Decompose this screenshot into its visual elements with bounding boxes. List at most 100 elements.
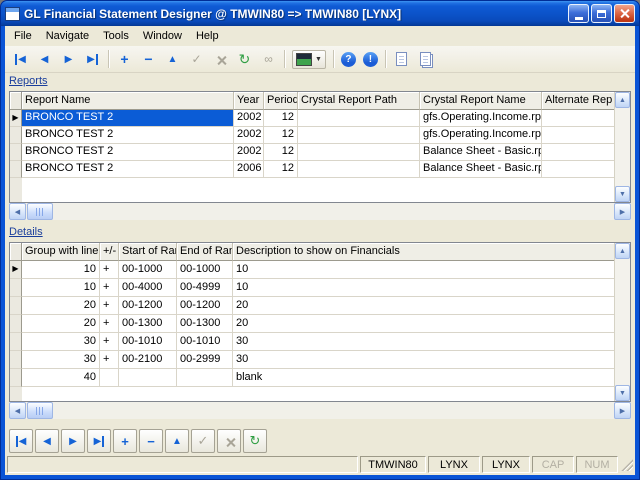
- cell-crystal-name[interactable]: Balance Sheet - Basic.rpt: [420, 161, 542, 178]
- insert-record-button[interactable]: +: [116, 51, 133, 68]
- column-header-alternate[interactable]: Alternate Rep: [542, 92, 614, 110]
- nav-delete-button[interactable]: −: [139, 429, 163, 453]
- first-record-button[interactable]: ◀: [12, 51, 29, 68]
- reports-horizontal-scrollbar[interactable]: ◀ ▶: [9, 203, 631, 220]
- column-header-end[interactable]: End of Range: [177, 243, 233, 261]
- nav-refresh-button[interactable]: ↻: [243, 429, 267, 453]
- cell-start-range[interactable]: 00-1010: [119, 333, 177, 351]
- cell-report-name[interactable]: BRONCO TEST 2: [22, 144, 234, 161]
- cell-alternate[interactable]: [542, 110, 614, 127]
- cell-sign[interactable]: +: [100, 333, 119, 351]
- cell-report-name[interactable]: BRONCO TEST 2: [22, 127, 234, 144]
- details-section-label[interactable]: Details: [9, 226, 43, 242]
- cell-report-name[interactable]: BRONCO TEST 2: [22, 161, 234, 178]
- menu-file[interactable]: File: [7, 28, 39, 44]
- menu-help[interactable]: Help: [189, 28, 226, 44]
- cell-start-range[interactable]: [119, 369, 177, 387]
- refresh-button[interactable]: ↻: [236, 51, 253, 68]
- cell-description[interactable]: 10: [233, 261, 614, 279]
- cell-end-range[interactable]: 00-2999: [177, 351, 233, 369]
- cell-description[interactable]: 30: [233, 351, 614, 369]
- cell-year[interactable]: 2002: [234, 144, 264, 161]
- cell-period[interactable]: 12: [264, 110, 298, 127]
- cell-end-range[interactable]: 00-1200: [177, 297, 233, 315]
- cell-end-range[interactable]: 00-1010: [177, 333, 233, 351]
- cell-crystal-name[interactable]: Balance Sheet - Basic.rpt: [420, 144, 542, 161]
- cell-period[interactable]: 12: [264, 144, 298, 161]
- post-edit-button[interactable]: ✓: [188, 51, 205, 68]
- cell-description[interactable]: 30: [233, 333, 614, 351]
- column-header-crystal-path[interactable]: Crystal Report Path: [298, 92, 420, 110]
- cell-group[interactable]: 10: [22, 261, 100, 279]
- last-record-button[interactable]: ▶: [84, 51, 101, 68]
- details-vertical-scrollbar[interactable]: ▲ ▼: [614, 243, 630, 401]
- nav-edit-button[interactable]: ▲: [165, 429, 189, 453]
- cell-sign[interactable]: +: [100, 315, 119, 333]
- menu-navigate[interactable]: Navigate: [39, 28, 96, 44]
- scroll-up-button[interactable]: ▲: [615, 92, 630, 108]
- edit-record-button[interactable]: ▲: [164, 51, 181, 68]
- cell-crystal-path[interactable]: [298, 110, 420, 127]
- cell-alternate[interactable]: [542, 161, 614, 178]
- cell-group[interactable]: 20: [22, 297, 100, 315]
- menu-tools[interactable]: Tools: [96, 28, 136, 44]
- titlebar[interactable]: GL Financial Statement Designer @ TMWIN8…: [1, 1, 639, 26]
- cell-end-range[interactable]: 00-1000: [177, 261, 233, 279]
- cell-report-name[interactable]: BRONCO TEST 2: [22, 110, 234, 127]
- cell-year[interactable]: 2002: [234, 127, 264, 144]
- reports-vertical-scrollbar[interactable]: ▲ ▼: [614, 92, 630, 202]
- document-button[interactable]: [393, 51, 410, 68]
- scroll-left-button[interactable]: ◀: [9, 203, 26, 220]
- cell-alternate[interactable]: [542, 127, 614, 144]
- nav-last-button[interactable]: ▶: [87, 429, 111, 453]
- cell-sign[interactable]: +: [100, 351, 119, 369]
- nav-next-button[interactable]: ▶: [61, 429, 85, 453]
- cell-crystal-name[interactable]: gfs.Operating.Income.rpt: [420, 110, 542, 127]
- help-button[interactable]: ?: [341, 52, 356, 67]
- column-header-description[interactable]: Description to show on Financials: [233, 243, 614, 261]
- cell-end-range[interactable]: 00-1300: [177, 315, 233, 333]
- nav-insert-button[interactable]: +: [113, 429, 137, 453]
- cell-description[interactable]: 20: [233, 315, 614, 333]
- close-button[interactable]: [614, 4, 635, 23]
- cell-sign[interactable]: +: [100, 261, 119, 279]
- link-button[interactable]: ∞: [260, 51, 277, 68]
- scrollbar-track[interactable]: [53, 402, 614, 419]
- scrollbar-track[interactable]: [53, 203, 614, 220]
- column-header-period[interactable]: Period: [264, 92, 298, 110]
- about-button[interactable]: !: [363, 52, 378, 67]
- next-record-button[interactable]: ▶: [60, 51, 77, 68]
- cell-description[interactable]: 10: [233, 279, 614, 297]
- cell-sign[interactable]: +: [100, 297, 119, 315]
- scrollbar-thumb[interactable]: [27, 402, 53, 419]
- cell-group[interactable]: 30: [22, 333, 100, 351]
- cell-group[interactable]: 40: [22, 369, 100, 387]
- cell-start-range[interactable]: 00-1200: [119, 297, 177, 315]
- nav-cancel-button[interactable]: [217, 429, 241, 453]
- cell-start-range[interactable]: 00-1300: [119, 315, 177, 333]
- copy-document-button[interactable]: [417, 51, 434, 68]
- cell-description[interactable]: blank: [233, 369, 614, 387]
- resize-grip[interactable]: [620, 458, 633, 471]
- cell-start-range[interactable]: 00-4000: [119, 279, 177, 297]
- nav-post-button[interactable]: ✓: [191, 429, 215, 453]
- column-header-report-name[interactable]: Report Name: [22, 92, 234, 110]
- column-header-year[interactable]: Year: [234, 92, 264, 110]
- cell-end-range[interactable]: [177, 369, 233, 387]
- nav-first-button[interactable]: ◀: [9, 429, 33, 453]
- cell-start-range[interactable]: 00-1000: [119, 261, 177, 279]
- delete-record-button[interactable]: −: [140, 51, 157, 68]
- cell-crystal-path[interactable]: [298, 127, 420, 144]
- menu-window[interactable]: Window: [136, 28, 189, 44]
- details-horizontal-scrollbar[interactable]: ◀ ▶: [9, 402, 631, 419]
- cell-group[interactable]: 20: [22, 315, 100, 333]
- scroll-left-button[interactable]: ◀: [9, 402, 26, 419]
- cell-crystal-path[interactable]: [298, 144, 420, 161]
- cell-start-range[interactable]: 00-2100: [119, 351, 177, 369]
- cell-crystal-name[interactable]: gfs.Operating.Income.rpt: [420, 127, 542, 144]
- cell-year[interactable]: 2006: [234, 161, 264, 178]
- reports-section-label[interactable]: Reports: [9, 75, 48, 91]
- column-header-crystal-name[interactable]: Crystal Report Name: [420, 92, 542, 110]
- cell-group[interactable]: 30: [22, 351, 100, 369]
- cell-crystal-path[interactable]: [298, 161, 420, 178]
